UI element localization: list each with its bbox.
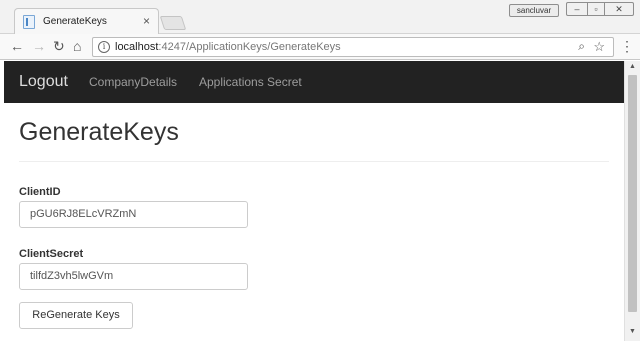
new-tab-button[interactable] [159, 16, 187, 30]
url-host: localhost [115, 41, 159, 53]
home-icon[interactable]: ⌂ [73, 38, 81, 54]
scroll-down-arrow-icon[interactable]: ▼ [629, 328, 636, 335]
url-text[interactable]: localhost:4247/ApplicationKeys/GenerateK… [115, 41, 341, 53]
address-bar[interactable]: i localhost:4247/ApplicationKeys/Generat… [92, 37, 614, 57]
browser-tab[interactable]: GenerateKeys × [14, 8, 159, 34]
client-secret-field[interactable]: tilfdZ3vh5lwGVm [19, 263, 248, 290]
nav-link-company-details[interactable]: CompanyDetails [89, 75, 177, 89]
page-scrollbar[interactable]: ▲ ▼ [624, 61, 640, 341]
client-secret-label: ClientSecret [19, 248, 84, 260]
profile-badge[interactable]: sancluvar [509, 4, 559, 17]
zoom-icon[interactable]: ⌕ [578, 39, 585, 54]
back-arrow-icon[interactable]: ← [10, 38, 24, 54]
client-id-field[interactable]: pGU6RJ8ELcVRZmN [19, 201, 248, 228]
divider [19, 161, 609, 162]
scrollbar-thumb[interactable] [628, 75, 637, 312]
maximize-button[interactable]: ▫ [587, 2, 605, 16]
browser-toolbar: ← → ↻ ⌂ i localhost:4247/ApplicationKeys… [0, 34, 640, 60]
forward-arrow-icon[interactable]: → [32, 38, 46, 54]
info-icon[interactable]: i [98, 41, 110, 53]
nav-link-applications-secret[interactable]: Applications Secret [199, 75, 302, 89]
regenerate-keys-button[interactable]: ReGenerate Keys [19, 302, 133, 329]
scroll-up-arrow-icon[interactable]: ▲ [629, 63, 636, 70]
browser-titlebar: GenerateKeys × sancluvar – ▫ ✕ [0, 0, 640, 34]
window-close-button[interactable]: ✕ [604, 2, 634, 16]
reload-icon[interactable]: ↻ [53, 38, 65, 54]
star-icon[interactable]: ☆ [593, 39, 605, 55]
menu-icon[interactable]: ⋮ [620, 38, 634, 54]
page-favicon-icon [23, 15, 35, 29]
close-tab-icon[interactable]: × [143, 14, 150, 28]
client-id-label: ClientID [19, 186, 61, 198]
logout-link[interactable]: Logout [19, 73, 68, 91]
minimize-button[interactable]: – [566, 2, 588, 16]
page-title: GenerateKeys [19, 118, 179, 146]
url-path: :4247/ApplicationKeys/GenerateKeys [158, 41, 341, 53]
site-navbar: Logout CompanyDetails Applications Secre… [4, 61, 624, 103]
tab-title: GenerateKeys [43, 16, 107, 27]
page-viewport: Logout CompanyDetails Applications Secre… [4, 61, 624, 341]
